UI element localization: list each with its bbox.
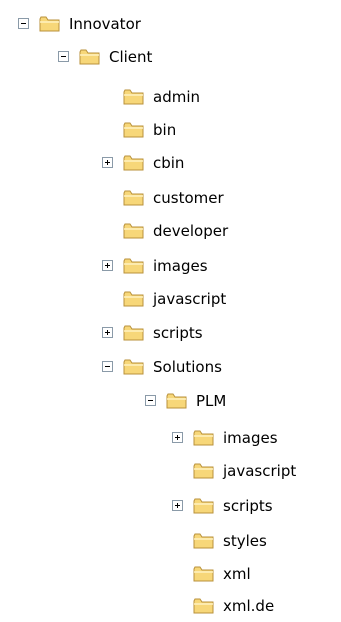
tree-node-label: xml [223, 564, 251, 583]
tree-node-label: styles [223, 531, 267, 550]
folder-icon [123, 223, 144, 238]
folder-icon [193, 566, 214, 581]
tree-node-scripts[interactable]: scripts [102, 316, 204, 349]
folder-icon [123, 359, 144, 374]
expand-icon[interactable] [172, 432, 183, 443]
tree-node-solutions[interactable]: Solutions [102, 350, 223, 383]
tree-node-plm-xml-de[interactable]: xml.de [172, 589, 275, 622]
tree-node-plm-styles[interactable]: styles [172, 524, 268, 557]
tree-node-plm-javascript[interactable]: javascript [172, 454, 297, 487]
tree-node-cbin[interactable]: cbin [102, 146, 185, 179]
folder-icon [193, 498, 214, 513]
tree-node-client[interactable]: Client [58, 40, 153, 73]
tree-node-label: bin [153, 120, 177, 139]
tree-node-innovator[interactable]: Innovator [18, 7, 142, 40]
folder-icon [193, 598, 214, 613]
tree-node-label: Solutions [153, 357, 222, 376]
folder-icon [193, 533, 214, 548]
folder-icon [123, 190, 144, 205]
collapse-icon[interactable] [18, 18, 29, 29]
folder-icon [123, 122, 144, 137]
tree-node-label: scripts [153, 323, 203, 342]
tree-node-images[interactable]: images [102, 249, 209, 282]
collapse-icon[interactable] [102, 361, 113, 372]
folder-icon [123, 291, 144, 306]
folder-icon [39, 16, 60, 31]
tree-node-label: customer [153, 188, 224, 207]
tree-node-label: cbin [153, 153, 185, 172]
tree-node-label: xml.de [223, 596, 275, 615]
expand-icon[interactable] [172, 500, 183, 511]
folder-icon [123, 89, 144, 104]
folder-icon [123, 258, 144, 273]
collapse-icon[interactable] [58, 51, 69, 62]
tree-node-label: images [153, 256, 208, 275]
tree-node-bin[interactable]: bin [102, 113, 177, 146]
folder-icon [79, 49, 100, 64]
folder-icon [123, 155, 144, 170]
tree-node-plm-xml[interactable]: xml [172, 557, 252, 590]
tree-node-label: scripts [223, 496, 273, 515]
tree-node-label: javascript [153, 289, 227, 308]
expand-icon[interactable] [102, 157, 113, 168]
folder-icon [193, 463, 214, 478]
folder-icon [166, 393, 187, 408]
tree-node-label: javascript [223, 461, 297, 480]
expand-icon[interactable] [102, 260, 113, 271]
tree-node-javascript[interactable]: javascript [102, 282, 227, 315]
tree-node-plm-images[interactable]: images [172, 421, 279, 454]
collapse-icon[interactable] [145, 395, 156, 406]
tree-node-customer[interactable]: customer [102, 181, 225, 214]
tree-node-developer[interactable]: developer [102, 214, 229, 247]
tree-node-label: PLM [196, 391, 227, 410]
tree-node-admin[interactable]: admin [102, 80, 201, 113]
tree-node-plm[interactable]: PLM [145, 384, 227, 417]
tree-node-label: admin [153, 87, 200, 106]
tree-node-label: Client [109, 47, 153, 66]
folder-tree: Innovator Client admin bin cbin customer… [0, 0, 341, 618]
tree-node-label: images [223, 428, 278, 447]
tree-node-label: developer [153, 221, 229, 240]
folder-icon [123, 325, 144, 340]
tree-node-plm-scripts[interactable]: scripts [172, 489, 274, 522]
expand-icon[interactable] [102, 327, 113, 338]
tree-node-label: Innovator [69, 14, 141, 33]
folder-icon [193, 430, 214, 445]
